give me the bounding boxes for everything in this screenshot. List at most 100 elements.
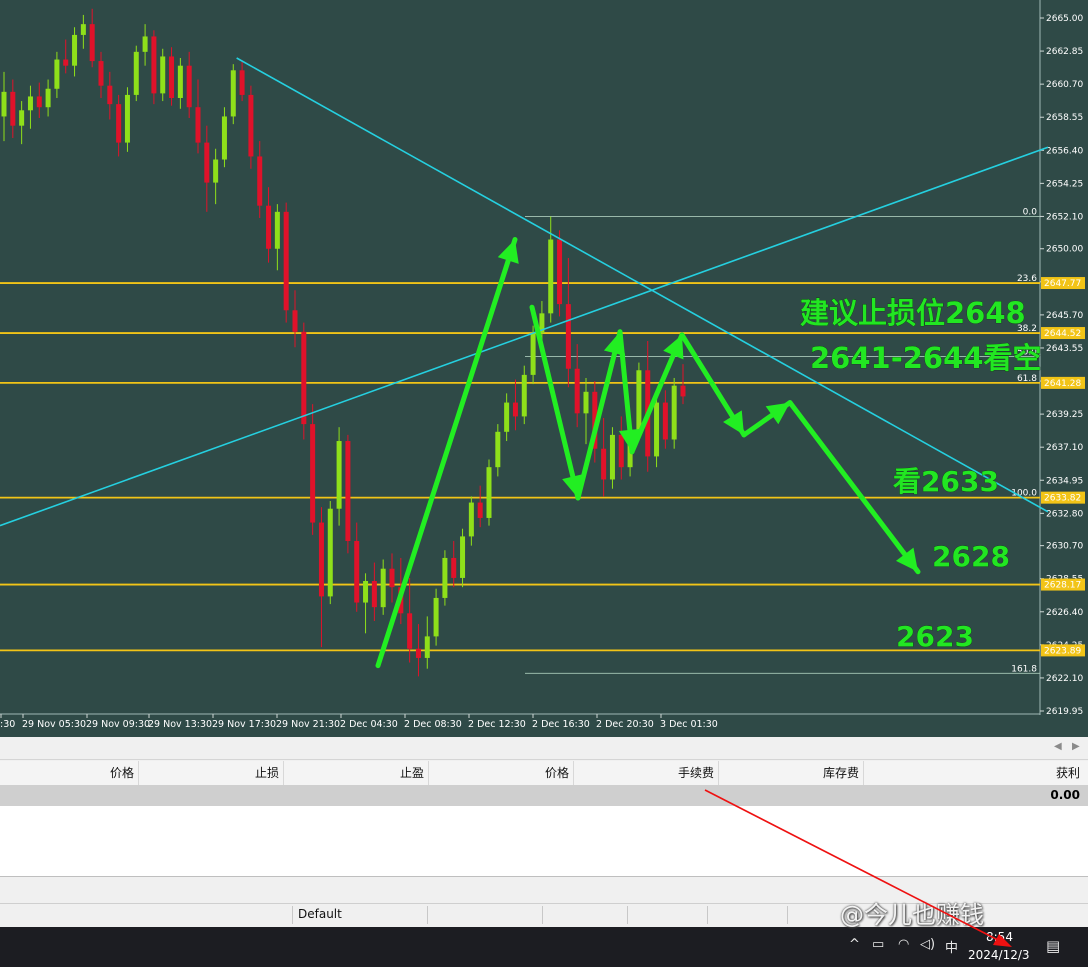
balance-row[interactable]: 0.00 [0,786,1088,806]
candle-body [72,34,78,66]
candle-body [336,441,342,509]
candle-body [521,374,527,417]
y-tick-label: 2639.25 [1046,410,1083,420]
candle-body [583,391,589,414]
col-current-price[interactable]: 价格 [429,761,574,785]
y-tick-label: 2650.00 [1046,245,1083,255]
x-tick-label: 29 Nov 13:30 [148,719,212,730]
candle-body [177,65,183,98]
watermark: @今儿也赚钱 [840,901,984,929]
candle-body [257,156,263,206]
candle-body [186,65,192,108]
candle-body [636,370,642,434]
wifi-icon[interactable]: ◠ [898,937,909,952]
x-tick-label: 29 Nov 21:30 [276,719,340,730]
col-stop-loss[interactable]: 止损 [139,761,284,785]
col-price[interactable]: 价格 [0,761,139,785]
candle-body [239,70,245,95]
candle-body [618,434,624,468]
price-level-label: 2644.52 [1044,329,1081,339]
x-tick-label: 2 Dec 04:30 [340,719,398,730]
battery-icon[interactable]: ▭ [872,937,884,952]
panel-scrollbar[interactable]: ◀ ▶ [0,737,1088,760]
scroll-right-icon[interactable]: ▶ [1072,741,1080,752]
candle-body [63,59,69,66]
rally-arrow [375,237,518,669]
candle-body [266,205,272,249]
annotation-text: 2628 [932,540,1010,573]
trade-table-header: 价格 止损 止盈 价格 手续费 库存费 获利 [0,761,1088,786]
candle-body [345,441,351,542]
trendline-ascending [0,146,1049,527]
annotations: 建议止损位2648 2641-2644看空看2633 2628 2623 [800,296,1042,654]
annotation-text: 建议止损位2648 [800,296,1026,330]
candle-body [433,597,439,637]
candles [1,8,686,677]
x-tick-label: 2 Dec 12:30 [468,719,526,730]
trendlines[interactable] [0,57,1049,527]
candle-body [671,385,677,440]
candle-body [89,24,95,62]
forecast-arrow-head [765,402,790,425]
candle-body [80,24,86,35]
profit-total: 0.00 [1050,788,1080,802]
candle-body [424,636,430,658]
forecast-arrow-head [895,547,918,572]
annotation-text: 看2633 [893,465,999,498]
candle-body [574,368,580,414]
chevron-up-icon[interactable]: ^ [849,937,860,952]
candle-body [565,304,571,369]
candle-body [460,536,466,578]
price-level-label: 2647.77 [1044,279,1081,289]
scroll-left-icon[interactable]: ◀ [1054,741,1062,752]
status-divider [707,906,708,924]
candle-body [548,239,554,314]
ime-indicator[interactable]: 中 [945,937,958,956]
notification-icon[interactable]: ▤ [1046,937,1060,955]
candle-body [609,434,615,480]
candle-body [27,96,33,111]
volume-icon[interactable]: ◁) [920,937,935,952]
x-tick-label: 29 Nov 05:30 [22,719,86,730]
y-tick-label: 2630.70 [1046,542,1083,552]
candle-body [380,568,386,608]
x-tick-label: 29 Nov 09:30 [86,719,150,730]
chart-area[interactable]: 2665.00 2662.85 2660.70 2658.55 2656.40 2654.… [0,0,1088,737]
candle-body [204,142,210,183]
col-commission[interactable]: 手续费 [574,761,719,785]
candle-body [10,91,16,126]
candle-body [151,36,157,94]
candle-body [160,56,166,94]
y-tick-label: 2658.55 [1046,113,1083,123]
candle-body [133,51,139,95]
candle-body [530,333,536,375]
col-take-profit[interactable]: 止盈 [284,761,429,785]
clock-date[interactable]: 2024/12/3 [968,948,1030,962]
y-tick-label: 2660.70 [1046,80,1083,90]
candle-body [54,59,60,89]
price-chart[interactable]: 2665.00 2662.85 2660.70 2658.55 2656.40 2654.… [0,0,1088,737]
candle-body [389,568,395,588]
y-tick-label: 2632.80 [1046,509,1083,519]
annotation-text: 2623 [896,620,974,653]
candle-body [283,211,289,311]
y-tick-label: 2654.25 [1046,179,1083,189]
candle-body [601,448,607,480]
candle-body [1,91,7,117]
candle-body [442,557,448,598]
col-swap[interactable]: 库存费 [719,761,864,785]
candle-body [557,239,563,305]
candle-body [169,56,175,98]
price-level-label: 2628.17 [1044,581,1081,591]
candle-body [354,541,360,603]
candle-body [318,522,324,597]
y-tick-label: 2634.95 [1046,476,1083,486]
fibonacci-retracement[interactable]: 0.023.638.250.061.8100.0161.8 [525,207,1040,674]
trade-table-body[interactable] [0,806,1088,877]
candle-body [107,85,113,105]
price-level-label: 2623.89 [1044,646,1081,656]
taskbar: ^ ▭ ◠ ◁) 中 8:54 2024/12/3 ▤ [0,927,1088,967]
candle-body [415,648,421,658]
col-profit[interactable]: 获利 [864,761,1084,785]
clock-time[interactable]: 8:54 [986,930,1013,944]
